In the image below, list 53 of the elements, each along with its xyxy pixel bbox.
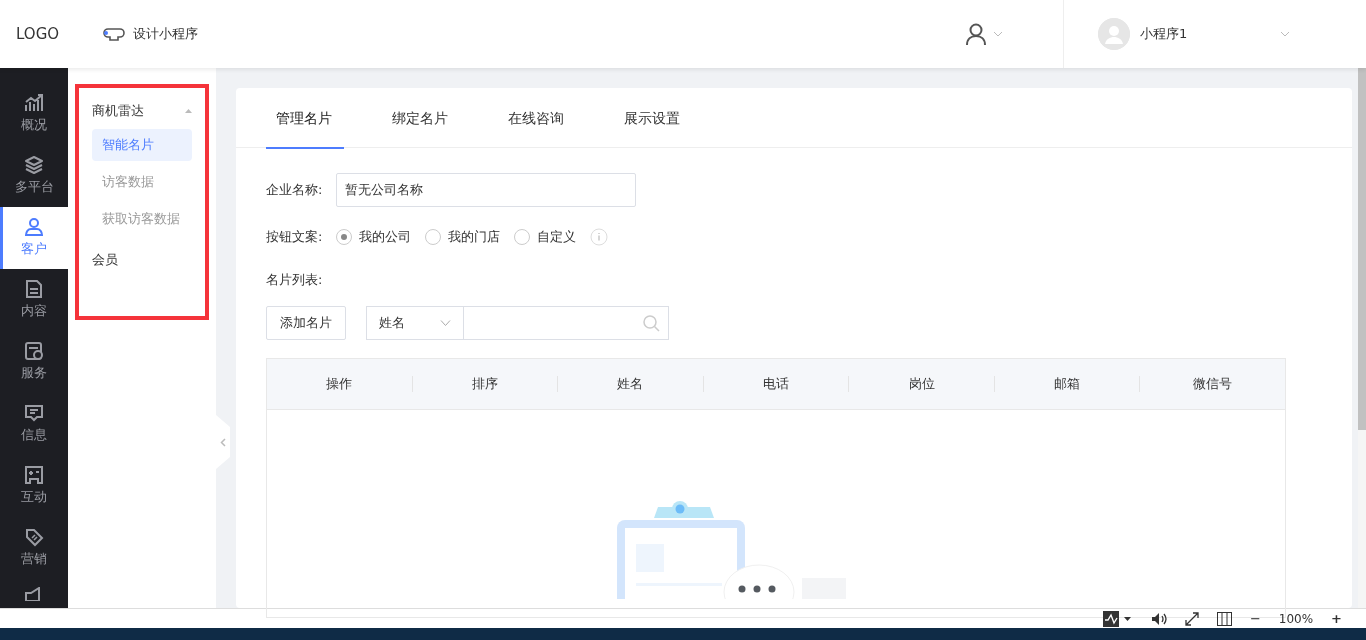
speaker-icon[interactable] <box>1150 611 1167 626</box>
column-header: 电话 <box>703 376 850 392</box>
zoom-out-button[interactable]: − <box>1249 608 1261 629</box>
field-label: 按钮文案: <box>266 228 324 246</box>
submenu-item[interactable]: 智能名片 <box>92 129 192 161</box>
performance-icon[interactable] <box>1102 610 1133 627</box>
message-icon[interactable] <box>24 403 44 424</box>
doc-icon[interactable] <box>24 279 44 300</box>
person-icon[interactable] <box>24 217 44 238</box>
account-name[interactable]: 小程序1 <box>1140 24 1270 44</box>
rail-item[interactable]: 多平台 <box>0 145 68 207</box>
rail-item[interactable]: 客户 <box>0 207 68 269</box>
rail-item[interactable]: 内容 <box>0 269 68 331</box>
rail-item[interactable]: 信息 <box>0 393 68 455</box>
column-header: 岗位 <box>849 376 995 392</box>
rail-item[interactable]: 服务 <box>0 331 68 393</box>
user-icon[interactable] <box>965 23 987 45</box>
column-header: 邮箱 <box>994 376 1141 392</box>
column-header: 排序 <box>412 376 559 392</box>
tab[interactable]: 管理名片 <box>266 88 382 148</box>
design-link[interactable]: 设计小程序 <box>103 24 199 44</box>
chart-icon[interactable] <box>24 93 44 114</box>
rail-item[interactable]: 营销 <box>0 517 68 579</box>
menu-group[interactable]: 会员 <box>92 247 192 273</box>
scrollbar[interactable] <box>1358 68 1366 608</box>
columns-icon[interactable] <box>1216 611 1232 626</box>
column-header: 操作 <box>267 376 413 392</box>
service-icon[interactable] <box>24 341 44 362</box>
tab[interactable]: 绑定名片 <box>382 88 498 148</box>
radio-option[interactable]: 我的门店 <box>425 227 500 247</box>
rail-item[interactable]: 互动 <box>0 455 68 517</box>
filter-select[interactable]: 姓名 <box>366 306 464 340</box>
field-label: 名片列表: <box>266 271 323 287</box>
search-field[interactable] <box>464 306 669 340</box>
tag-icon[interactable] <box>24 527 44 548</box>
layers-icon[interactable] <box>24 155 44 176</box>
column-header: 微信号 <box>1192 376 1234 392</box>
expand-icon[interactable] <box>1184 611 1199 626</box>
miniprogram-icon[interactable] <box>103 25 126 43</box>
radio-option[interactable]: 自定义 <box>514 227 576 247</box>
zoom-in-button[interactable]: + <box>1331 608 1342 629</box>
logo-text: LOGO <box>16 23 60 45</box>
tab[interactable]: 在线咨询 <box>498 88 614 148</box>
company-name-field[interactable]: 暂无公司名称 <box>336 173 636 207</box>
radio-option[interactable]: 我的公司 <box>336 227 411 247</box>
menu-group[interactable]: 商机雷达 <box>92 98 192 124</box>
column-header: 姓名 <box>558 376 704 392</box>
add-card-button[interactable]: 添加名片 <box>266 306 346 340</box>
zoom-level: 100% <box>1278 610 1314 628</box>
field-label: 企业名称: <box>266 181 324 200</box>
game-icon[interactable] <box>24 465 44 486</box>
rail-item[interactable]: 概况 <box>0 83 68 145</box>
tab[interactable]: 展示设置 <box>614 88 730 148</box>
